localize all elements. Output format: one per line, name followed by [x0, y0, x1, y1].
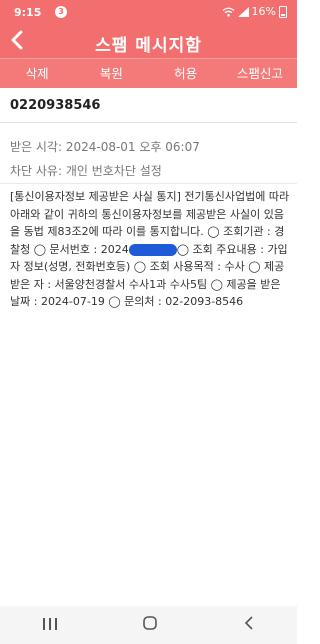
message-body: [통신이용자정보 제공받은 사실 통지] 전기통신사업법에 따라 아래와 같이 …	[10, 188, 290, 311]
home-icon[interactable]	[142, 615, 158, 635]
recents-icon[interactable]	[42, 616, 58, 635]
title-bar: 스팸 메시지함	[0, 26, 297, 58]
redaction-mark	[128, 243, 177, 256]
status-icons: 16%	[222, 5, 287, 18]
delete-button[interactable]: 삭제	[0, 59, 74, 88]
notification-badge: 3	[55, 6, 67, 18]
signal-icon	[237, 6, 249, 17]
battery-percent: 16%	[251, 5, 276, 18]
status-bar: 9:15 3 16%	[0, 0, 297, 26]
sender-number: 0220938546	[10, 98, 101, 113]
page-title: 스팸 메시지함	[95, 36, 202, 56]
received-time: 받은 시각: 2024-08-01 오후 06:07	[10, 140, 200, 154]
action-toolbar: 삭제 복원 허용 스팸신고	[0, 58, 297, 88]
report-spam-button[interactable]: 스팸신고	[223, 59, 297, 88]
navigation-bar	[0, 606, 297, 644]
back-icon[interactable]	[243, 615, 255, 635]
allow-button[interactable]: 허용	[149, 59, 223, 88]
wifi-icon	[222, 7, 234, 17]
divider	[0, 122, 297, 123]
battery-icon	[279, 5, 287, 18]
status-time: 9:15	[14, 6, 42, 19]
restore-button[interactable]: 복원	[74, 59, 148, 88]
block-reason: 차단 사유: 개인 번호차단 설정	[10, 164, 162, 178]
divider	[0, 183, 297, 184]
